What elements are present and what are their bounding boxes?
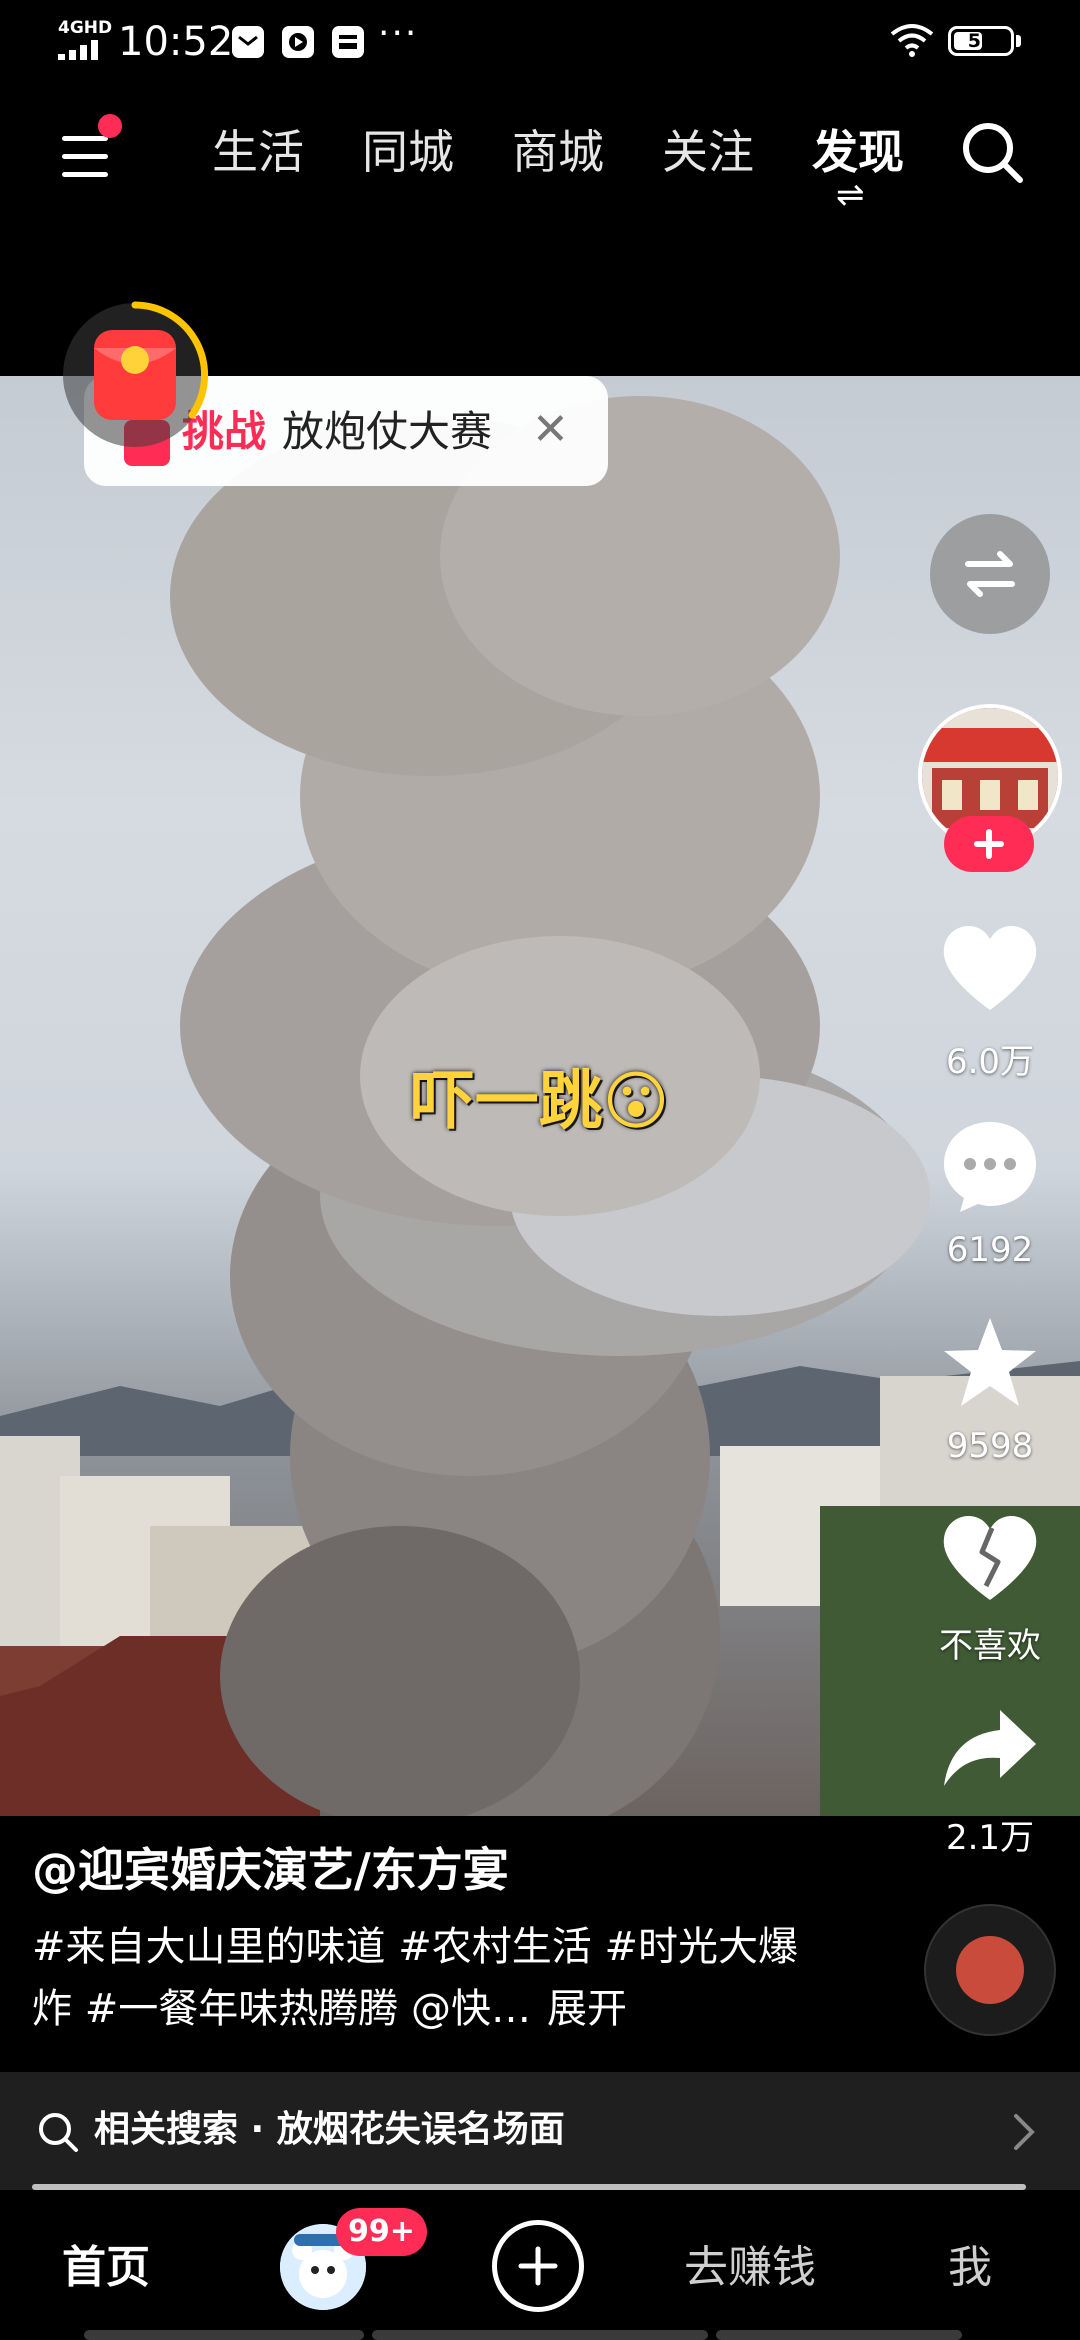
tab-following[interactable]: 关注 — [662, 100, 754, 210]
surprised-emoji: 😮 — [602, 1065, 670, 1139]
close-icon[interactable]: ✕ — [532, 404, 569, 456]
search-icon — [39, 2113, 78, 2152]
author-name[interactable]: @迎宾婚庆演艺/东方宴 — [32, 1834, 509, 1900]
description-text: #来自大山里的味道 #农村生活 #时光大爆炸 #一餐年味热腾腾 @快… — [32, 1924, 798, 2032]
status-bar: 4GHD 10:52 ··· 51 — [0, 0, 1080, 84]
tab-mall[interactable]: 商城 — [512, 100, 604, 210]
menu-icon-bar — [62, 154, 108, 159]
battery-icon: 51 — [948, 26, 1014, 56]
red-packet-icon[interactable] — [60, 300, 210, 450]
share-icon[interactable] — [940, 1706, 1040, 1792]
chevron-right-icon — [1014, 2114, 1035, 2150]
tab-me[interactable]: 我 — [948, 2228, 992, 2308]
clock: 10:52 — [118, 19, 234, 65]
comment-count: 6192 — [946, 1230, 1034, 1270]
heart-icon[interactable] — [940, 922, 1040, 1014]
comment-icon[interactable] — [940, 1118, 1040, 1214]
menu-icon-bar — [62, 172, 108, 177]
share-count: 2.1万 — [945, 1818, 1035, 1858]
favorite-count: 9598 — [946, 1426, 1034, 1466]
broken-heart-icon[interactable] — [940, 1512, 1040, 1604]
more-notifications-icon: ··· — [378, 13, 419, 54]
music-disc-icon[interactable] — [924, 1904, 1056, 2036]
network-type: 4GHD — [58, 18, 113, 38]
plus-icon — [518, 2246, 558, 2286]
play-notification-icon — [282, 26, 314, 58]
swap-icon — [965, 551, 1015, 597]
mail-notification-icon — [232, 26, 264, 58]
card-notification-icon — [332, 26, 364, 58]
post-description[interactable]: #来自大山里的味道 #农村生活 #时光大爆炸 #一餐年味热腾腾 @快… 展开 — [32, 1916, 812, 2040]
gesture-bar — [84, 2330, 364, 2340]
playback-progress-fill — [32, 2184, 1026, 2190]
top-nav: 生活 同城 商城 关注 发现 ⇌ — [0, 100, 1080, 215]
menu-icon — [62, 136, 108, 141]
like-count: 6.0万 — [945, 1042, 1035, 1082]
wifi-icon — [890, 24, 934, 57]
notification-badge: 99+ — [336, 2208, 427, 2256]
swap-button[interactable] — [930, 514, 1050, 634]
tab-same-city[interactable]: 同城 — [362, 100, 454, 210]
dislike-label: 不喜欢 — [939, 1626, 1041, 1666]
plus-icon — [974, 829, 1004, 859]
star-icon[interactable] — [940, 1314, 1040, 1410]
challenge-name: 放炮仗大赛 — [282, 407, 493, 456]
expand-link[interactable]: 展开 — [547, 1986, 627, 2032]
bottom-tab-bar: 首页 99+ 去赚钱 我 — [0, 2200, 1080, 2340]
tab-life[interactable]: 生活 — [212, 100, 304, 210]
follow-button[interactable] — [944, 816, 1034, 872]
music-cover — [956, 1936, 1024, 2004]
tab-earn[interactable]: 去赚钱 — [684, 2228, 816, 2308]
video-player[interactable]: 吓一跳😮 — [0, 376, 1080, 1816]
playback-progress[interactable] — [32, 2184, 1026, 2190]
related-search-label: 相关搜索 · 放烟花失误名场面 — [94, 2109, 565, 2150]
gesture-bar — [372, 2330, 708, 2340]
menu-notification-dot — [98, 114, 122, 138]
create-button[interactable] — [492, 2220, 584, 2312]
swap-indicator-icon: ⇌ — [836, 175, 865, 215]
battery-cap — [1016, 35, 1021, 47]
tab-home[interactable]: 首页 — [62, 2228, 150, 2308]
search-icon[interactable] — [958, 118, 1028, 188]
related-search-bar[interactable]: 相关搜索 · 放烟花失误名场面 — [0, 2072, 1080, 2190]
caption-text: 吓一跳 — [410, 1065, 603, 1139]
gesture-bar — [716, 2330, 962, 2340]
signal-icon — [58, 40, 98, 60]
battery-level: 51 — [967, 30, 995, 52]
